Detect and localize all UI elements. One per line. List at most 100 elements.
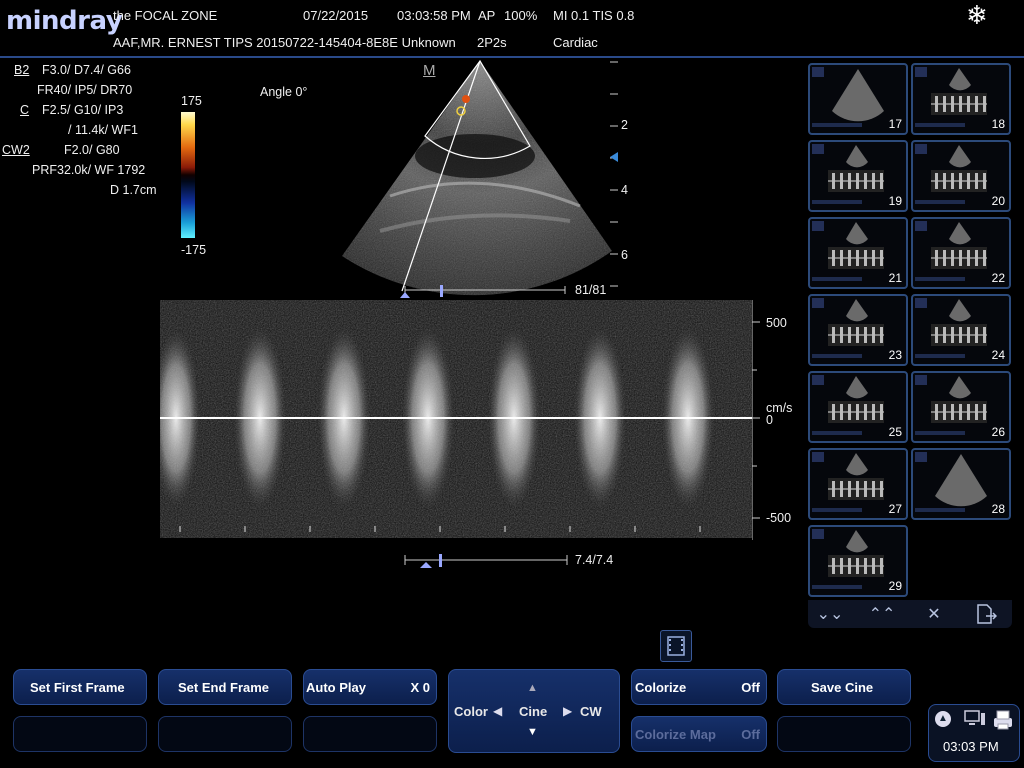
cine-thumbnail[interactable]: 17 <box>808 63 908 135</box>
focal-zone-label: the FOCAL ZONE <box>113 8 218 23</box>
velocity-max: 500 <box>766 316 787 330</box>
close-icon[interactable]: ✕ <box>914 604 954 626</box>
export-icon[interactable] <box>966 604 1006 626</box>
empty-softkey <box>158 716 292 752</box>
2d-sector-image[interactable] <box>330 56 620 301</box>
set-first-frame-button[interactable]: Set First Frame <box>13 669 147 705</box>
thumbnail-number: 26 <box>991 425 1005 439</box>
frame-slider[interactable] <box>395 284 570 300</box>
sector-speckle <box>342 61 612 296</box>
cine-thumbnail[interactable]: 18 <box>911 63 1011 135</box>
cine-thumbnail[interactable]: 23 <box>808 294 908 366</box>
cw-mode-params-3: D 1.7cm <box>110 183 157 197</box>
ap-label: AP <box>478 8 496 23</box>
mi-tis-readout: MI 0.1 TIS 0.8 <box>553 8 635 23</box>
up-arrow-icon[interactable]: ▲ <box>527 682 538 694</box>
chamber-region <box>415 134 535 178</box>
velocity-scale <box>752 300 760 540</box>
empty-softkey <box>13 716 147 752</box>
save-cine-button[interactable]: Save Cine <box>777 669 911 705</box>
cine-thumbnail[interactable]: 19 <box>808 140 908 212</box>
color-mode-params-1: F2.5/ G10/ IP3 <box>42 103 124 117</box>
thumbnail-number: 28 <box>991 502 1005 516</box>
thumbnail-number: 20 <box>991 194 1005 208</box>
film-strip-icon[interactable] <box>660 630 692 662</box>
cine-thumbnail[interactable]: 22 <box>911 217 1011 289</box>
left-arrow-icon[interactable]: ◀ <box>493 704 502 718</box>
b-mode-params-1: F3.0/ D7.4/ G66 <box>42 63 131 77</box>
network-icon[interactable] <box>963 709 987 732</box>
exam-date: 07/22/2015 <box>303 8 369 23</box>
cine-thumbnail[interactable]: 29 <box>808 525 908 597</box>
header-bar: mindray the FOCAL ZONE 07/22/2015 03:03:… <box>0 0 1024 58</box>
cine-mode-control[interactable]: ▲ Color ◀ Cine ▶ CW ▼ <box>448 669 620 753</box>
cine-thumbnail[interactable]: 26 <box>911 371 1011 443</box>
snowflake-icon[interactable]: ❄ <box>966 0 988 31</box>
thumbnail-number: 25 <box>888 425 902 439</box>
focus-marker-icon <box>610 152 618 162</box>
velocity-zero: 0 <box>766 413 773 427</box>
cine-thumbnail[interactable]: 21 <box>808 217 908 289</box>
exam-type: Cardiac <box>553 35 598 50</box>
thumbnail-number: 24 <box>991 348 1005 362</box>
cw-mode-params-1: F2.0/ G80 <box>64 143 120 157</box>
b-mode-params-2: FR40/ IP5/ DR70 <box>37 83 133 97</box>
depth-tick-label: 2 <box>621 118 628 132</box>
color-mode-label: C <box>20 103 30 117</box>
color-mode-params-2: / 11.4k/ WF1 <box>68 123 138 137</box>
printer-icon[interactable] <box>991 709 1015 734</box>
cw-mode-params-2: PRF32.0k/ WF 1792 <box>32 163 146 177</box>
thumbnail-number: 22 <box>991 271 1005 285</box>
slider-start-icon <box>400 292 410 298</box>
cine-thumbnail[interactable]: 27 <box>808 448 908 520</box>
slider-start-icon <box>420 562 432 568</box>
color-flow-spot <box>462 95 470 103</box>
eject-icon[interactable]: ▲ <box>935 711 951 727</box>
auto-play-button[interactable]: Auto Play X 0 <box>303 669 437 705</box>
colorize-map-button[interactable]: Colorize Map Off <box>631 716 767 752</box>
cine-thumbnail[interactable]: 28 <box>911 448 1011 520</box>
b-mode-label: B2 <box>14 63 30 77</box>
slider-thumb <box>439 554 442 567</box>
ap-value: 100% <box>504 8 538 23</box>
mindray-logo: mindray <box>6 6 123 36</box>
velocity-min: -500 <box>766 511 792 525</box>
frame-counter: 81/81 <box>575 283 607 297</box>
colorize-button[interactable]: Colorize Off <box>631 669 767 705</box>
thumbnail-nav-bar: ⌄⌄ ⌃⌃ ✕ <box>808 600 1012 628</box>
cine-mode-label: Cine <box>519 704 548 719</box>
depth-scale <box>610 61 618 287</box>
cine-thumbnail[interactable]: 20 <box>911 140 1011 212</box>
cine-thumbnail[interactable]: 24 <box>911 294 1011 366</box>
cw-doppler-spectrum[interactable] <box>160 300 752 538</box>
thumbnail-number: 18 <box>991 117 1005 131</box>
page-down-icon[interactable]: ⌄⌄ <box>810 604 850 626</box>
color-velocity-bar <box>181 112 195 238</box>
colorbar-min: -175 <box>181 243 207 257</box>
patient-info: AAF,MR. ERNEST TIPS 20150722-145404-8E8E… <box>113 35 456 50</box>
depth-tick-label: 6 <box>621 248 628 262</box>
angle-readout: Angle 0° <box>260 85 308 99</box>
thumbnail-number: 27 <box>888 502 902 516</box>
thumbnail-number: 21 <box>888 271 902 285</box>
down-arrow-icon[interactable]: ▼ <box>527 726 538 738</box>
exam-time: 03:03:58 PM <box>397 8 471 23</box>
cine-slider[interactable] <box>402 552 570 570</box>
depth-tick-label: 4 <box>621 183 628 197</box>
color-mode-option[interactable]: Color <box>454 704 488 719</box>
clock-time: 03:03 PM <box>943 739 999 754</box>
empty-softkey <box>303 716 437 752</box>
thumbnail-number: 19 <box>888 194 902 208</box>
cw-mode-option[interactable]: CW <box>580 704 602 719</box>
colorbar-max: 175 <box>181 94 202 108</box>
thumbnail-number: 23 <box>888 348 902 362</box>
page-up-icon[interactable]: ⌃⌃ <box>862 604 902 626</box>
thumbnail-number: 29 <box>888 579 902 593</box>
set-end-frame-button[interactable]: Set End Frame <box>158 669 292 705</box>
probe-name: 2P2s <box>477 35 507 50</box>
right-arrow-icon[interactable]: ▶ <box>563 704 572 718</box>
slider-thumb <box>440 285 443 297</box>
thumbnail-number: 17 <box>888 117 902 131</box>
cw-mode-label: CW2 <box>2 143 30 157</box>
cine-thumbnail[interactable]: 25 <box>808 371 908 443</box>
